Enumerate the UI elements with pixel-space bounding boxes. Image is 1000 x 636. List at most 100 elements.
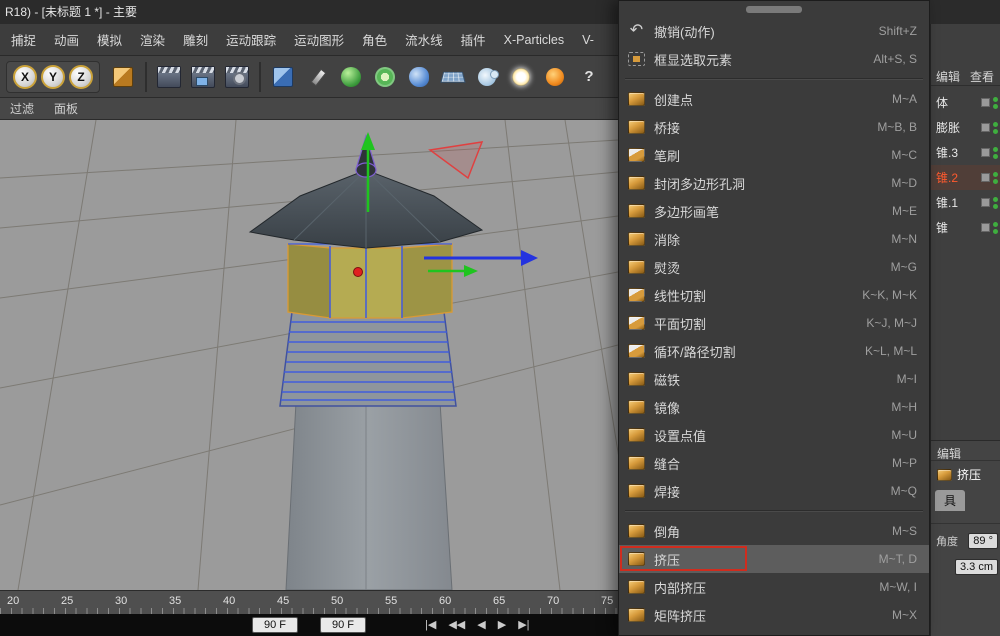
menu-pipeline[interactable]: 流水线 — [396, 30, 452, 49]
floor-button[interactable] — [438, 60, 468, 94]
editor-visibility-dot[interactable] — [993, 197, 998, 202]
menu-snap[interactable]: 捕捉 — [2, 30, 45, 49]
angle-value-field[interactable]: 89 ° — [968, 533, 998, 549]
sky-button[interactable] — [472, 60, 502, 94]
offset-value-field[interactable]: 3.3 cm — [955, 559, 998, 575]
editor-visibility-dot[interactable] — [993, 222, 998, 227]
context-menu-item-frame-selected[interactable]: 框显选取元素 Alt+S, S — [619, 45, 929, 73]
menu-simulation[interactable]: 模拟 — [88, 30, 131, 49]
viewport-filter-menu[interactable]: 过滤 — [0, 100, 44, 117]
render-visibility-dot[interactable] — [993, 154, 998, 159]
object-row[interactable]: 锥.3 — [931, 140, 1000, 165]
object-manager-edit-menu[interactable]: 编辑 — [936, 68, 960, 85]
plane-cut-icon — [628, 316, 645, 330]
context-menu-item-brush[interactable]: 笔刷 M~C — [619, 141, 929, 169]
tool-tab[interactable]: 具 — [935, 490, 965, 511]
menu-xparticles[interactable]: X-Particles — [495, 33, 573, 47]
object-row-selected[interactable]: 锥.2 — [931, 165, 1000, 190]
help-button[interactable] — [574, 60, 604, 94]
render-view-button[interactable] — [154, 60, 184, 94]
context-menu-item-stitch[interactable]: 缝合 M~P — [619, 449, 929, 477]
context-menu-item-plane-cut[interactable]: 平面切割 K~J, M~J — [619, 309, 929, 337]
lighthouse-model[interactable] — [250, 136, 482, 590]
scroll-handle[interactable] — [746, 6, 802, 13]
object-row[interactable]: 锥 — [931, 215, 1000, 240]
menu-character[interactable]: 角色 — [353, 30, 396, 49]
render-visibility-dot[interactable] — [993, 129, 998, 134]
context-menu-item-set-point-value[interactable]: 设置点值 M~U — [619, 421, 929, 449]
generator-button[interactable] — [336, 60, 366, 94]
visibility-toggles[interactable] — [981, 122, 998, 134]
menu-plugins[interactable]: 插件 — [452, 30, 495, 49]
sun-light-button[interactable] — [540, 60, 570, 94]
light-button[interactable] — [506, 60, 536, 94]
render-visibility-dot[interactable] — [993, 179, 998, 184]
render-picture-viewer-button[interactable] — [188, 60, 218, 94]
attribute-edit-menu[interactable]: 编辑 — [931, 441, 1000, 461]
context-menu-item-undo[interactable]: 撤销(动作) Shift+Z — [619, 17, 929, 45]
tag-icon[interactable] — [981, 148, 990, 157]
context-menu-item-mirror[interactable]: 镜像 M~H — [619, 393, 929, 421]
previous-key-button[interactable] — [448, 618, 465, 631]
visibility-toggles[interactable] — [981, 197, 998, 209]
render-visibility-dot[interactable] — [993, 229, 998, 234]
frame-start-field[interactable]: 90 F — [252, 617, 298, 633]
menu-motion-tracking[interactable]: 运动跟踪 — [217, 30, 285, 49]
render-visibility-dot[interactable] — [993, 104, 998, 109]
viewport[interactable] — [0, 120, 618, 590]
play-button[interactable] — [498, 618, 506, 631]
axis-z-button[interactable]: Z — [69, 65, 93, 89]
context-menu-item-create-point[interactable]: 创建点 M~A — [619, 85, 929, 113]
axis-x-button[interactable]: X — [13, 65, 37, 89]
editor-visibility-dot[interactable] — [993, 122, 998, 127]
object-manager-view-menu[interactable]: 查看 — [970, 68, 994, 85]
menu-render[interactable]: 渲染 — [131, 30, 174, 49]
axis-y-button[interactable]: Y — [41, 65, 65, 89]
visibility-toggles[interactable] — [981, 97, 998, 109]
metaball-button[interactable] — [404, 60, 434, 94]
visibility-toggles[interactable] — [981, 222, 998, 234]
context-menu-item-iron[interactable]: 熨烫 M~G — [619, 253, 929, 281]
object-row[interactable]: 体 — [931, 90, 1000, 115]
context-menu-item-weld[interactable]: 焊接 M~Q — [619, 477, 929, 505]
editor-visibility-dot[interactable] — [993, 172, 998, 177]
tag-icon[interactable] — [981, 173, 990, 182]
frame-end-field[interactable]: 90 F — [320, 617, 366, 633]
object-row[interactable]: 膨胀 — [931, 115, 1000, 140]
context-menu-item-bridge[interactable]: 桥接 M~B, B — [619, 113, 929, 141]
go-to-end-button[interactable] — [518, 618, 529, 631]
object-row[interactable]: 锥.1 — [931, 190, 1000, 215]
editor-visibility-dot[interactable] — [993, 97, 998, 102]
go-to-start-button[interactable] — [425, 618, 436, 631]
editor-visibility-dot[interactable] — [993, 147, 998, 152]
menu-mograph[interactable]: 运动图形 — [285, 30, 353, 49]
context-menu-item-extrude[interactable]: 挤压 M~T, D — [619, 545, 929, 573]
tag-icon[interactable] — [981, 123, 990, 132]
menu-animation[interactable]: 动画 — [45, 30, 88, 49]
context-menu-item-magnet[interactable]: 磁铁 M~I — [619, 365, 929, 393]
context-menu-item-extrude-inner[interactable]: 内部挤压 M~W, I — [619, 573, 929, 601]
spline-pen-button[interactable] — [302, 60, 332, 94]
context-menu-item-dissolve[interactable]: 消除 M~N — [619, 225, 929, 253]
visibility-toggles[interactable] — [981, 172, 998, 184]
viewport-panel-menu[interactable]: 面板 — [44, 100, 88, 117]
context-menu-item-matrix-extrude[interactable]: 矩阵挤压 M~X — [619, 601, 929, 629]
context-menu-item-polygon-pen[interactable]: 多边形画笔 M~E — [619, 197, 929, 225]
context-menu-item-bevel[interactable]: 倒角 M~S — [619, 517, 929, 545]
mograph-button[interactable] — [370, 60, 400, 94]
context-menu-item-close-polygon-hole[interactable]: 封闭多边形孔洞 M~D — [619, 169, 929, 197]
previous-frame-button[interactable] — [477, 618, 485, 631]
tag-icon[interactable] — [981, 223, 990, 232]
visibility-toggles[interactable] — [981, 147, 998, 159]
primitive-cube-button[interactable] — [268, 60, 298, 94]
menu-sculpt[interactable]: 雕刻 — [174, 30, 217, 49]
menu-scroll-up[interactable] — [619, 1, 929, 17]
context-menu-item-loop-path-cut[interactable]: 循环/路径切割 K~L, M~L — [619, 337, 929, 365]
tag-icon[interactable] — [981, 98, 990, 107]
coordinate-system-button[interactable] — [108, 60, 138, 94]
render-visibility-dot[interactable] — [993, 204, 998, 209]
render-settings-button[interactable] — [222, 60, 252, 94]
context-menu-item-line-cut[interactable]: 线性切割 K~K, M~K — [619, 281, 929, 309]
tag-icon[interactable] — [981, 198, 990, 207]
menu-vray[interactable]: V- — [573, 33, 603, 47]
